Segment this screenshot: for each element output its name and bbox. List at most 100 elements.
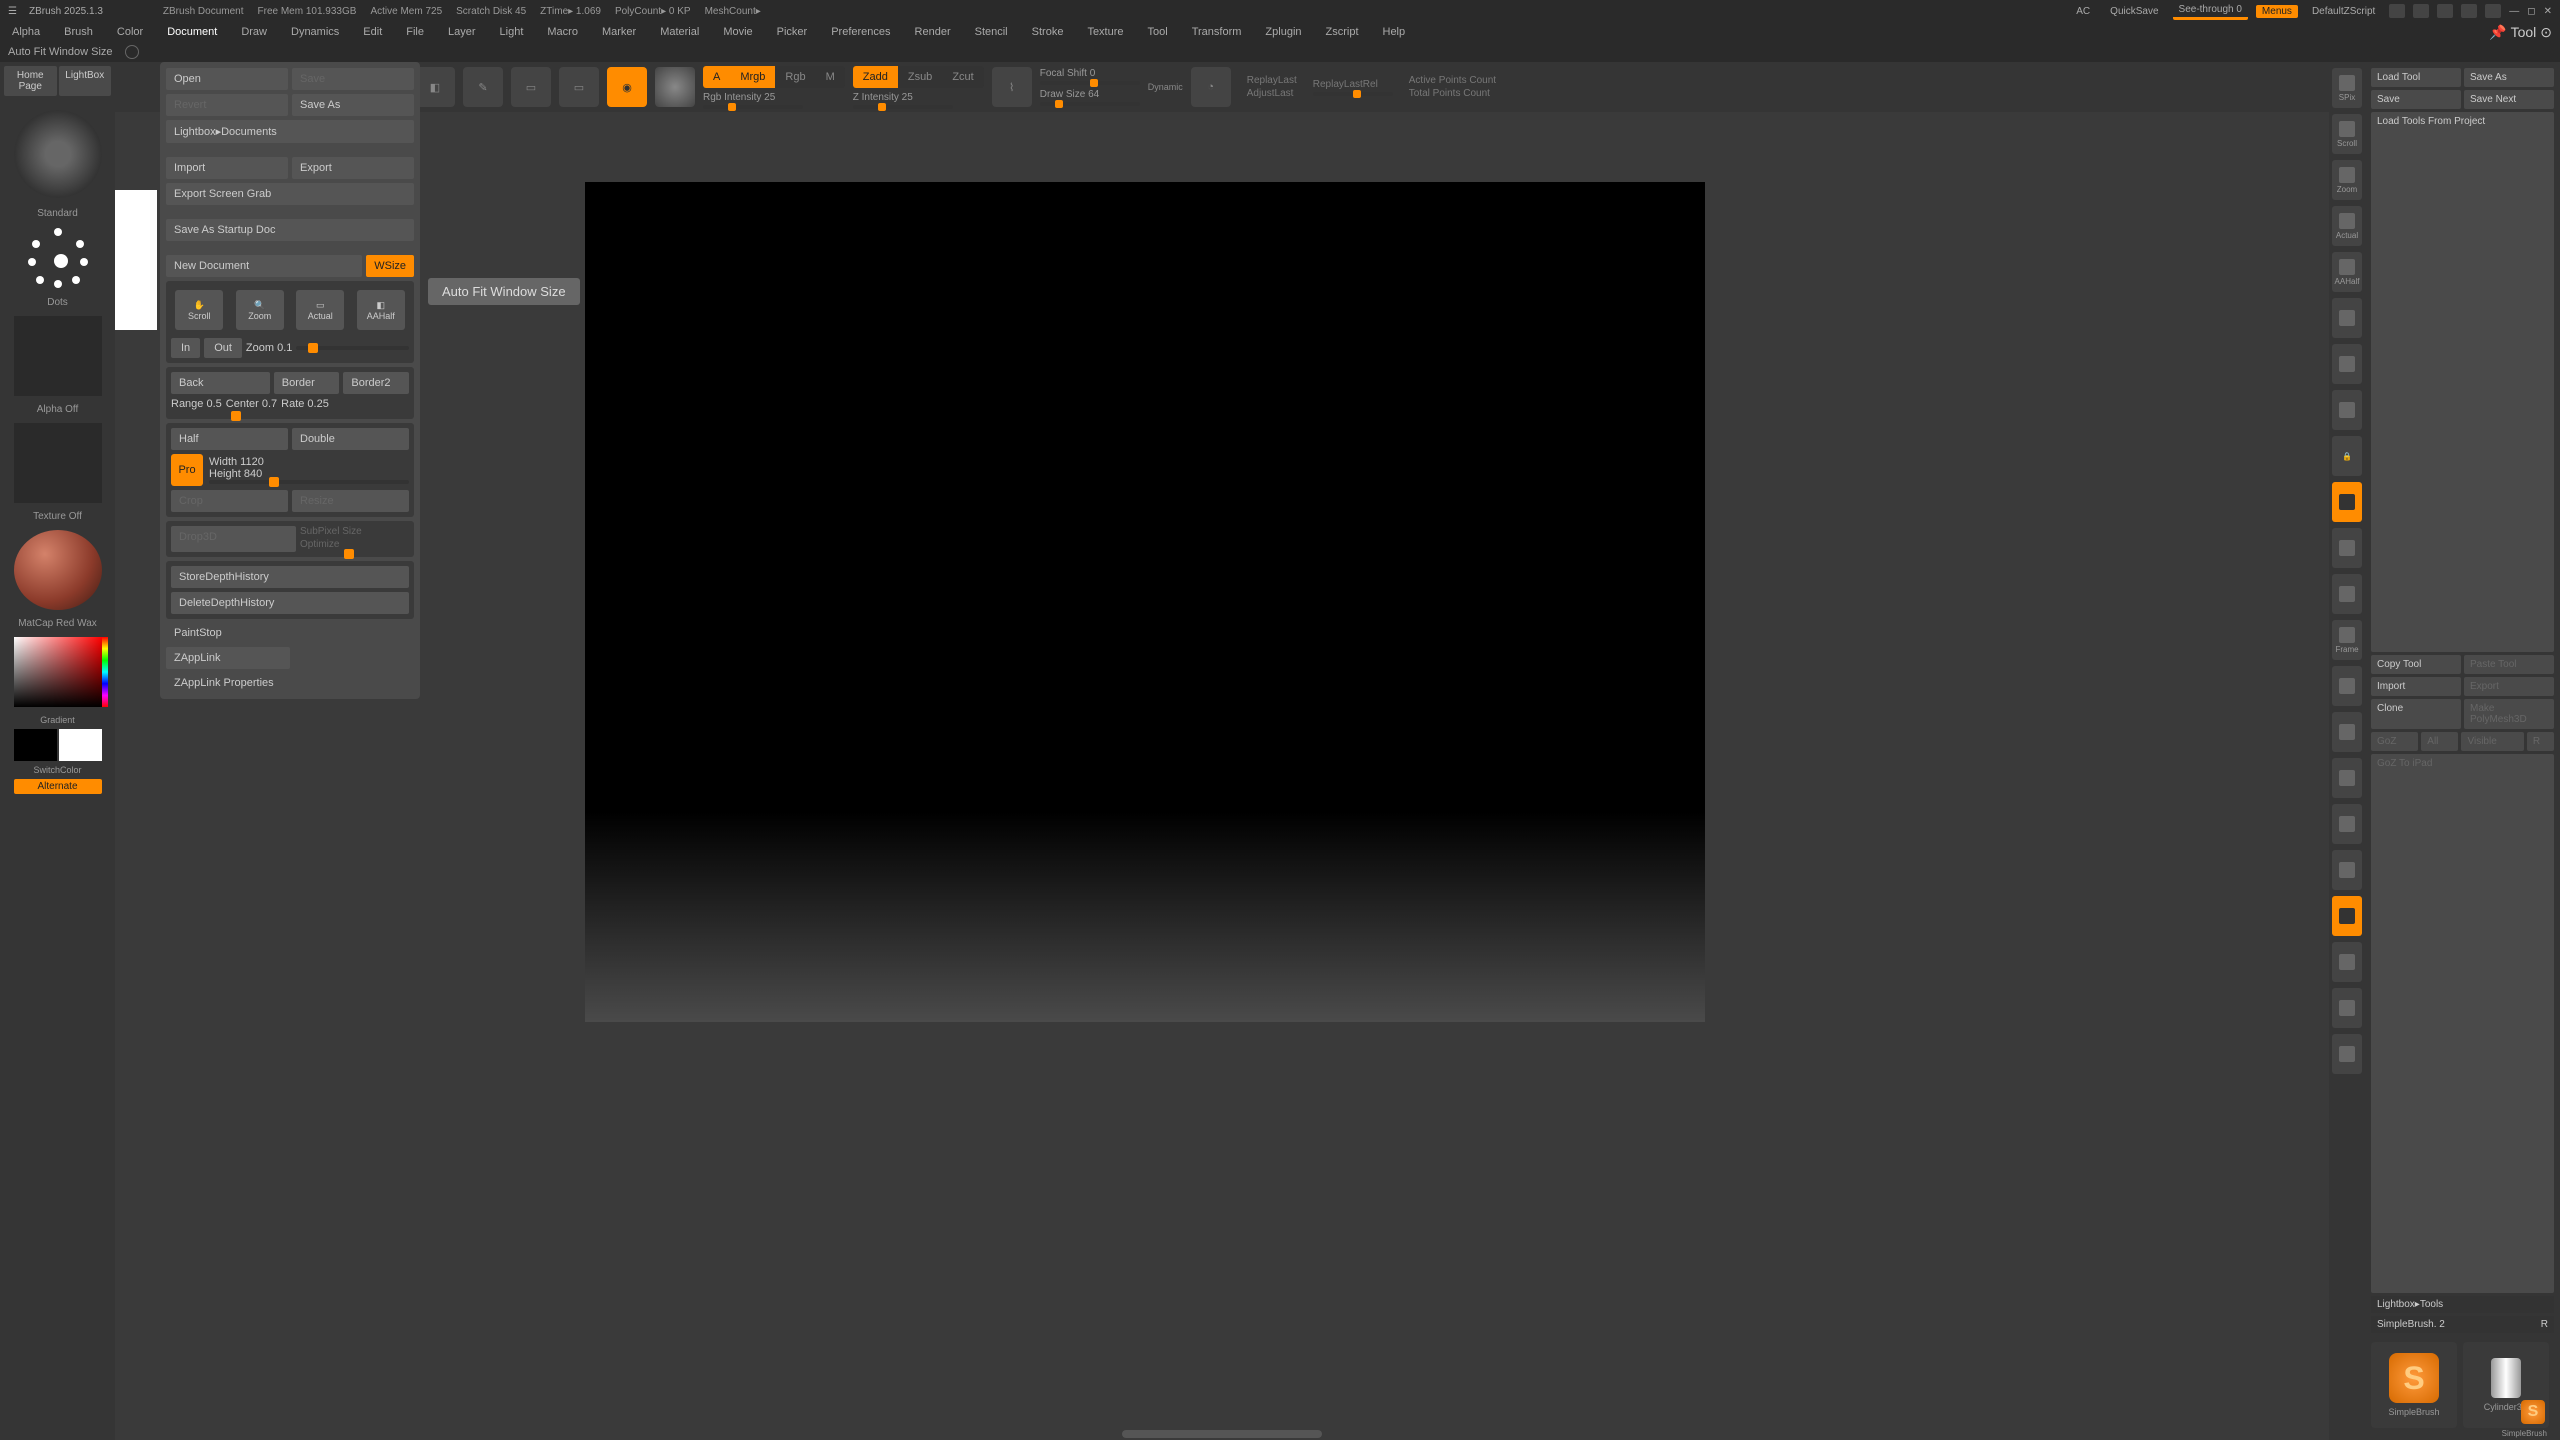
replay-last[interactable]: ReplayLast (1247, 75, 1297, 86)
pin-icon[interactable]: 📌 (2489, 24, 2506, 41)
save-startup-button[interactable]: Save As Startup Doc (166, 219, 414, 241)
actual-button[interactable]: Actual (2332, 206, 2362, 246)
zcut-toggle[interactable]: Zcut (942, 66, 983, 88)
half-button[interactable]: Half (171, 428, 288, 450)
save-button[interactable]: Save (292, 68, 414, 90)
lightbox-tools-header[interactable]: Lightbox▸Tools (2371, 1296, 2554, 1313)
texture-preview[interactable] (14, 423, 102, 503)
vt-button[interactable] (2332, 574, 2362, 614)
menu-tool[interactable]: Tool (1144, 24, 1172, 40)
save-as-button[interactable]: Save As (2464, 68, 2554, 87)
resize-button[interactable]: Resize (292, 490, 409, 512)
close-panel-icon[interactable]: ⊙ (2540, 24, 2552, 41)
vt-button[interactable] (2332, 390, 2362, 430)
bottom-scrollbar[interactable] (1122, 1430, 1322, 1438)
vt-button[interactable] (2332, 344, 2362, 384)
goz-button[interactable]: GoZ (2371, 732, 2418, 751)
focal-shift-slider[interactable] (1040, 81, 1140, 85)
alpha-preview[interactable] (14, 316, 102, 396)
gradient-label[interactable]: Gradient (40, 715, 75, 725)
vt-button[interactable] (2332, 528, 2362, 568)
zoom-in-button[interactable]: In (171, 338, 200, 358)
simplebrush-header[interactable]: SimpleBrush. 2R (2371, 1316, 2554, 1333)
menu-texture[interactable]: Texture (1083, 24, 1127, 40)
menu-color[interactable]: Color (113, 24, 147, 40)
zadd-toggle[interactable]: Zadd (853, 66, 898, 88)
projection-button[interactable]: ◧ (415, 67, 455, 107)
minimize-icon[interactable]: — (2509, 6, 2519, 17)
revert-button[interactable]: Revert (166, 94, 288, 116)
m-toggle[interactable]: M (816, 66, 845, 88)
scroll-icon-button[interactable]: ✋Scroll (175, 290, 223, 330)
primary-color-swatch[interactable] (59, 729, 102, 761)
spix-button[interactable]: SPix (2332, 68, 2362, 108)
color-picker[interactable] (14, 637, 102, 707)
vt-button[interactable] (2332, 712, 2362, 752)
vt-button[interactable] (2332, 298, 2362, 338)
border2-button[interactable]: Border2 (343, 372, 409, 394)
vt-button[interactable] (2332, 666, 2362, 706)
menu-dynamics[interactable]: Dynamics (287, 24, 343, 40)
menu-zplugin[interactable]: Zplugin (1261, 24, 1305, 40)
rgb-toggle[interactable]: Rgb (775, 66, 815, 88)
menu-render[interactable]: Render (911, 24, 955, 40)
goz-ipad-button[interactable]: GoZ To iPad (2371, 754, 2554, 1294)
double-button[interactable]: Double (292, 428, 409, 450)
menu-stroke[interactable]: Stroke (1028, 24, 1068, 40)
vt-button-active[interactable] (2332, 896, 2362, 936)
actual-icon-button[interactable]: ▭Actual (296, 290, 344, 330)
tool-panel-header[interactable]: 📌 Tool ⊙ (2489, 24, 2552, 41)
export-button[interactable]: Export (292, 157, 414, 179)
import-button[interactable]: Import (166, 157, 288, 179)
zoom-button[interactable]: Zoom (2332, 160, 2362, 200)
adjust-slider[interactable] (1313, 92, 1393, 96)
menu-stencil[interactable]: Stencil (971, 24, 1012, 40)
menu-layer[interactable]: Layer (444, 24, 480, 40)
sketch-button[interactable]: ✎ (463, 67, 503, 107)
vt-button-active[interactable] (2332, 482, 2362, 522)
size-slider[interactable] (209, 480, 409, 484)
mrgb-toggle[interactable]: Mrgb (730, 66, 775, 88)
secondary-color-swatch[interactable] (14, 729, 57, 761)
width-value[interactable]: Width 1120 (209, 456, 264, 468)
wsize-button[interactable]: WSize (366, 255, 414, 277)
rgb-intensity-slider[interactable] (703, 105, 803, 109)
maximize-icon[interactable]: ◻ (2527, 6, 2535, 17)
center-value[interactable]: Center 0.7 (226, 398, 277, 410)
menu-marker[interactable]: Marker (598, 24, 640, 40)
menu-light[interactable]: Light (496, 24, 528, 40)
menu-movie[interactable]: Movie (719, 24, 756, 40)
draw-size-slider[interactable] (1040, 102, 1140, 106)
drop3d-button[interactable]: Drop3D (171, 526, 296, 552)
visible-button[interactable]: Visible (2461, 732, 2523, 751)
rate-value[interactable]: Rate 0.25 (281, 398, 329, 410)
default-script[interactable]: DefaultZScript (2306, 4, 2381, 19)
make-polymesh-button[interactable]: Make PolyMesh3D (2464, 699, 2554, 729)
close-icon[interactable]: ✕ (2544, 6, 2552, 17)
store-depth-button[interactable]: StoreDepthHistory (171, 566, 409, 588)
tool-simplebrush[interactable]: S SimpleBrush (2371, 1342, 2457, 1428)
export-button[interactable]: Export (2464, 677, 2554, 696)
menu-file[interactable]: File (402, 24, 428, 40)
window-icon[interactable] (2485, 4, 2501, 18)
tool-cylinder3d[interactable]: Cylinder3D S SimpleBrush (2463, 1342, 2549, 1428)
paintstop-label[interactable]: PaintStop (166, 623, 414, 643)
menu-transform[interactable]: Transform (1188, 24, 1246, 40)
zoom-out-button[interactable]: Out (204, 338, 242, 358)
lock-icon[interactable]: 🔒 (2332, 436, 2362, 476)
adjust-last[interactable]: AdjustLast (1247, 88, 1297, 99)
hue-strip[interactable] (102, 637, 108, 707)
load-tool-button[interactable]: Load Tool (2371, 68, 2461, 87)
window-icon[interactable] (2461, 4, 2477, 18)
tab-lightbox[interactable]: LightBox (59, 66, 112, 96)
reload-icon[interactable] (125, 45, 139, 59)
menu-brush[interactable]: Brush (60, 24, 97, 40)
window-icon[interactable] (2437, 4, 2453, 18)
back-button[interactable]: Back (171, 372, 270, 394)
menu-macro[interactable]: Macro (543, 24, 582, 40)
stroke-preview[interactable] (14, 223, 102, 293)
paste-tool-button[interactable]: Paste Tool (2464, 655, 2554, 674)
vt-button[interactable] (2332, 1034, 2362, 1074)
zsub-toggle[interactable]: Zsub (898, 66, 942, 88)
move-button[interactable]: ◉ (607, 67, 647, 107)
